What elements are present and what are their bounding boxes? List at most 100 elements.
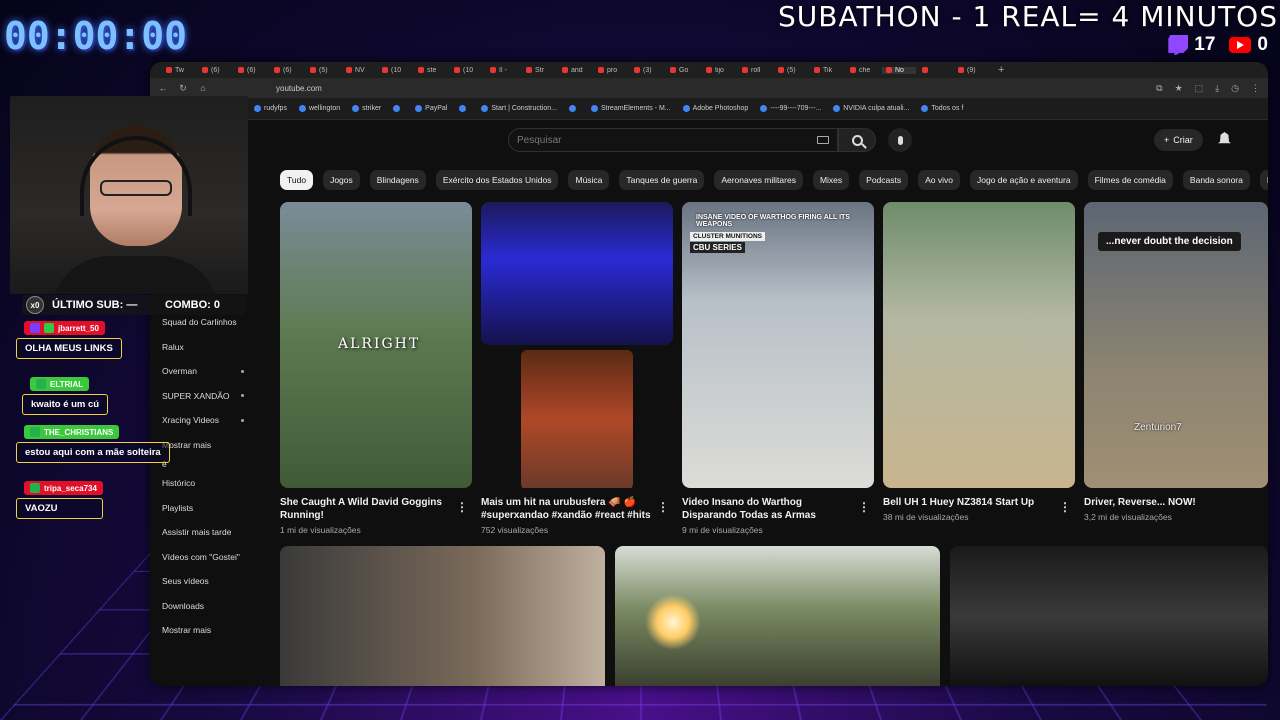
home-icon[interactable]: ⌂ — [198, 83, 208, 93]
filter-chip[interactable]: Jogos — [323, 170, 360, 190]
history-icon[interactable]: ◷ — [1231, 83, 1239, 94]
sidebar-library-item[interactable]: Mostrar mais — [150, 618, 260, 643]
create-button[interactable]: + Criar — [1154, 129, 1203, 151]
filter-chip[interactable]: Tudo — [280, 170, 314, 190]
bookmark-item[interactable]: striker — [352, 105, 381, 112]
filter-chip[interactable]: Exército dos Estados Unidos — [435, 170, 559, 190]
filter-chip[interactable]: Podcasts — [859, 170, 909, 190]
video-card[interactable]: ALRIGHT She Caught A Wild David Goggins … — [280, 202, 472, 535]
browser-tab[interactable]: Str — [522, 67, 556, 74]
browser-tab[interactable]: roll — [738, 67, 772, 74]
video-card[interactable]: ...never doubt the decision Zenturion7 D… — [1084, 202, 1268, 522]
filter-chip[interactable]: En — [1259, 170, 1268, 190]
more-options-icon[interactable]: ⋮ — [858, 500, 870, 514]
filter-chip[interactable]: Ao vivo — [918, 170, 960, 190]
sidebar-subscription[interactable]: SUPER XANDÃO — [150, 384, 260, 409]
sidebar-subscription[interactable]: Overman — [150, 359, 260, 384]
search-input[interactable]: Pesquisar — [508, 128, 838, 152]
download-icon[interactable]: ⤓ — [1215, 83, 1219, 94]
video-title[interactable]: Mais um hit na urubusfera 🪗 🍎 #superxand… — [481, 496, 673, 522]
bookmark-item[interactable]: ----99----709---... — [760, 105, 821, 112]
video-thumbnail-row2[interactable] — [950, 546, 1268, 686]
video-thumbnail-row2[interactable] — [615, 546, 940, 686]
video-thumbnail[interactable]: ALRIGHT — [280, 202, 472, 488]
bookmark-item[interactable]: StreamElements - M... — [590, 105, 671, 112]
bookmark-item[interactable]: Todos os f — [921, 105, 963, 112]
filter-chip[interactable]: Aeronaves militares — [714, 170, 803, 190]
browser-tab[interactable]: che — [846, 67, 880, 74]
notifications-icon[interactable] — [1218, 132, 1231, 144]
last-sub-label: ÚLTIMO SUB: — — [52, 299, 138, 311]
video-thumbnail[interactable]: INSANE VIDEO OF WARTHOG FIRING ALL ITS W… — [682, 202, 874, 488]
video-title[interactable]: She Caught A Wild David Goggins Running! — [280, 496, 472, 522]
reload-icon[interactable]: ↻ — [178, 83, 188, 94]
sidebar-library-item[interactable]: Histórico — [150, 471, 260, 496]
sidebar-library-item[interactable]: Assistir mais tarde — [150, 520, 260, 545]
browser-tab[interactable]: (10 — [378, 67, 412, 74]
filter-chip[interactable]: Tanques de guerra — [619, 170, 705, 190]
search-button[interactable] — [838, 128, 876, 152]
bookmark-item[interactable] — [568, 105, 579, 112]
video-title[interactable]: Driver, Reverse... NOW! — [1084, 496, 1268, 509]
sidebar-subscription[interactable]: Ralux — [150, 335, 260, 360]
menu-icon[interactable]: ⋮ — [1251, 83, 1260, 94]
voice-search-icon[interactable] — [888, 128, 912, 152]
browser-tab[interactable]: (10 — [450, 67, 484, 74]
sidebar-library-item[interactable]: Playlists — [150, 496, 260, 521]
browser-tab[interactable] — [918, 67, 952, 73]
url-field[interactable]: youtube.com — [218, 84, 1146, 93]
browser-tab[interactable]: Tik — [810, 67, 844, 74]
browser-tab[interactable]: pro — [594, 67, 628, 74]
video-card[interactable]: Mais um hit na urubusfera 🪗 🍎 #superxand… — [481, 202, 673, 535]
filter-chip[interactable]: Música — [568, 170, 610, 190]
video-title[interactable]: Video Insano do Warthog Disparando Todas… — [682, 496, 874, 522]
browser-tab[interactable]: (6) — [270, 67, 304, 74]
browser-tab[interactable]: (6) — [198, 67, 232, 74]
browser-tab[interactable]: tijo — [702, 67, 736, 74]
video-title[interactable]: Bell UH 1 Huey NZ3814 Start Up — [883, 496, 1075, 509]
more-options-icon[interactable]: ⋮ — [456, 500, 468, 514]
bookmark-item[interactable] — [459, 105, 469, 112]
video-card[interactable]: INSANE VIDEO OF WARTHOG FIRING ALL ITS W… — [682, 202, 874, 535]
more-options-icon[interactable]: ⋮ — [1059, 500, 1071, 514]
new-tab-icon[interactable]: + — [990, 64, 1012, 76]
browser-tab[interactable]: Tw — [162, 67, 196, 74]
install-icon[interactable]: ⧉ — [1156, 83, 1162, 94]
browser-tab[interactable]: (3) — [630, 67, 664, 74]
video-thumbnail-row2[interactable] — [280, 546, 605, 686]
browser-tab[interactable]: and — [558, 67, 592, 74]
sidebar-library-item[interactable]: Vídeos com "Gostei" — [150, 545, 260, 570]
back-icon[interactable]: ← — [158, 83, 168, 93]
keyboard-icon[interactable] — [817, 136, 829, 144]
video-thumbnail[interactable] — [481, 202, 673, 488]
bookmark-item[interactable] — [393, 105, 403, 112]
filter-chip[interactable]: Banda sonora — [1182, 170, 1250, 190]
browser-tab[interactable]: (9) — [954, 67, 988, 74]
bookmark-item[interactable]: Adobe Photoshop — [682, 105, 748, 112]
browser-tab[interactable]: No — [882, 66, 916, 74]
video-thumbnail[interactable]: ...never doubt the decision Zenturion7 — [1084, 202, 1268, 488]
browser-tab[interactable]: (5) — [774, 67, 808, 74]
bookmark-item[interactable]: rudyfps — [254, 105, 287, 112]
sidebar-library-item[interactable]: Downloads — [150, 594, 260, 619]
browser-tab[interactable]: NV — [342, 67, 376, 74]
extensions-icon[interactable]: ⬚ — [1195, 83, 1204, 94]
bookmark-item[interactable]: NVIDIA culpa atuali... — [833, 105, 909, 112]
bookmark-item[interactable]: wellington — [298, 105, 340, 112]
filter-chip[interactable]: Mixes — [812, 170, 850, 190]
browser-tab[interactable]: Il - — [486, 67, 520, 74]
bookmark-item[interactable]: PayPal — [415, 105, 447, 112]
video-thumbnail[interactable] — [883, 202, 1075, 488]
filter-chip[interactable]: Filmes de comédia — [1087, 170, 1173, 190]
filter-chip[interactable]: Blindagens — [369, 170, 426, 190]
bookmark-item[interactable]: Start | Construction... — [481, 105, 557, 112]
video-card[interactable]: Bell UH 1 Huey NZ3814 Start Up 38 mi de … — [883, 202, 1075, 522]
more-options-icon[interactable]: ⋮ — [657, 500, 669, 514]
browser-tab[interactable]: ste — [414, 67, 448, 74]
browser-tab[interactable]: (6) — [234, 67, 268, 74]
sidebar-library-item[interactable]: Seus vídeos — [150, 569, 260, 594]
filter-chip[interactable]: Jogo de ação e aventura — [970, 170, 1078, 190]
browser-tab[interactable]: (5) — [306, 67, 340, 74]
browser-tab[interactable]: Go — [666, 67, 700, 74]
bookmark-star-icon[interactable]: ★ — [1175, 83, 1183, 94]
